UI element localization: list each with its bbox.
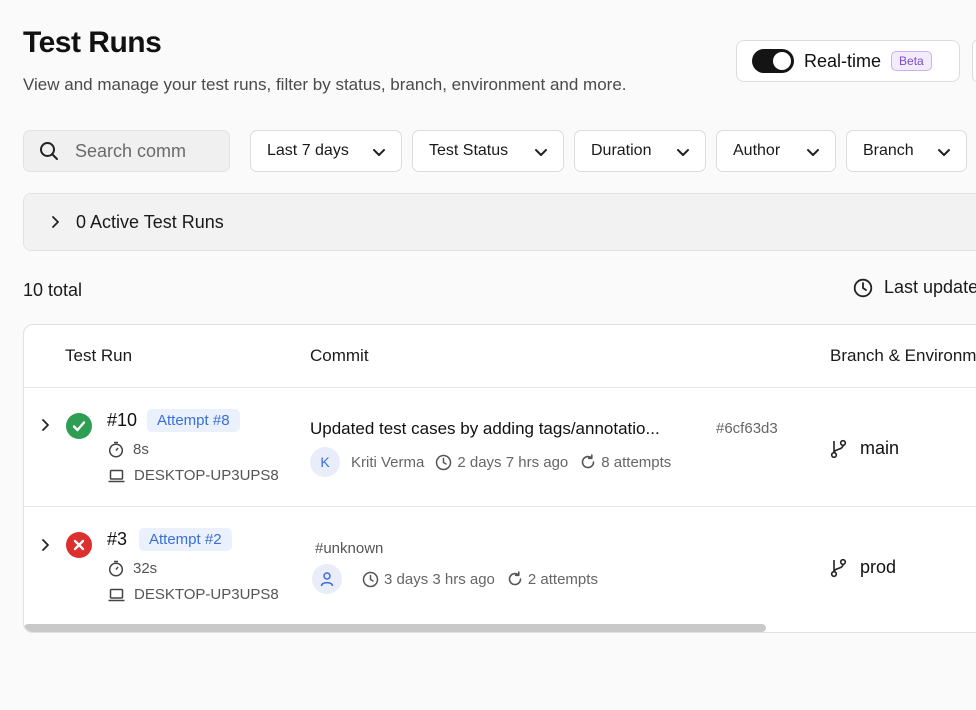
beta-badge: Beta (891, 51, 932, 71)
table-header: Test Run Commit Branch & Environment (24, 325, 976, 388)
branch-name: main (860, 438, 900, 458)
duration-dropdown[interactable]: Duration (574, 130, 706, 172)
run-duration: 32s (133, 560, 158, 577)
stopwatch-icon (108, 560, 124, 577)
retry-icon (508, 571, 522, 586)
toggle-knob (773, 52, 791, 70)
chevron-right-icon[interactable] (38, 538, 52, 552)
laptop-icon (108, 469, 125, 482)
branch-dropdown[interactable]: Branch (846, 130, 967, 172)
machine-name: DESKTOP-UP3UPS8 (134, 586, 279, 603)
duration-label: Duration (591, 142, 652, 159)
table-row[interactable]: #3 Attempt #2 32s DESKTOP-UP3UPS8 #unkno… (24, 508, 976, 626)
status-passed-icon (66, 413, 92, 439)
branch-cell: main (830, 438, 899, 459)
stopwatch-icon (108, 441, 124, 458)
realtime-label: Real-time (804, 50, 882, 71)
table-row[interactable]: #10 Attempt #8 8s DESKTOP-UP3UPS8 Update… (24, 389, 976, 507)
author-dropdown[interactable]: Author (716, 130, 836, 172)
attempt-badge: Attempt #8 (147, 409, 240, 432)
clock-icon (436, 454, 452, 470)
machine-name: DESKTOP-UP3UPS8 (134, 467, 279, 484)
clock-icon (853, 278, 873, 297)
laptop-icon (108, 588, 125, 601)
commit-title[interactable]: #unknown (315, 540, 383, 557)
branch-name: prod (860, 557, 897, 577)
page-title: Test Runs (23, 26, 162, 59)
horizontal-scrollbar[interactable] (24, 624, 766, 632)
user-icon (312, 564, 342, 594)
chevron-down-icon (677, 149, 689, 156)
commit-time: 3 days 3 hrs ago (362, 571, 495, 588)
filter-bar: Last 7 days Test Status Duration Author … (0, 130, 976, 172)
chevron-right-icon (52, 216, 59, 228)
duration-line: 32s (108, 560, 157, 577)
attempts-count: 8 attempts (580, 454, 671, 471)
search-icon (40, 142, 58, 160)
git-branch-icon (830, 558, 847, 577)
git-branch-icon (830, 439, 847, 458)
author-label: Author (733, 142, 781, 159)
attempt-badge: Attempt #2 (139, 528, 232, 551)
run-id[interactable]: #3 (107, 529, 127, 550)
page-subtitle: View and manage your test runs, filter b… (23, 75, 627, 94)
commit-meta: 3 days 3 hrs ago 2 attempts (312, 564, 598, 594)
retry-icon (581, 454, 595, 469)
test-status-label: Test Status (429, 142, 509, 159)
chevron-down-icon (373, 149, 385, 156)
last-updated: Last updated (853, 277, 976, 298)
commit-title[interactable]: Updated test cases by adding tags/annota… (310, 419, 660, 439)
column-test-run[interactable]: Test Run (65, 346, 132, 366)
machine-line: DESKTOP-UP3UPS8 (108, 467, 279, 484)
duration-line: 8s (108, 441, 149, 458)
test-runs-table: Test Run Commit Branch & Environment #10… (23, 324, 976, 633)
branch-cell: prod (830, 557, 896, 578)
run-id[interactable]: #10 (107, 410, 137, 431)
avatar: K (310, 447, 340, 477)
commit-hash[interactable]: #6cf63d3 (716, 420, 778, 437)
chevron-right-icon[interactable] (38, 418, 52, 432)
column-commit[interactable]: Commit (310, 346, 369, 366)
chevron-down-icon (535, 149, 547, 156)
commit-time: 2 days 7 hrs ago (435, 454, 568, 471)
last-updated-label: Last updated (884, 277, 976, 297)
realtime-toggle-card[interactable]: Real-time Beta (736, 40, 960, 82)
date-range-label: Last 7 days (267, 142, 349, 159)
test-runs-page: Test Runs View and manage your test runs… (0, 0, 976, 710)
commit-meta: K Kriti Verma 2 days 7 hrs ago 8 attempt… (310, 447, 671, 477)
active-runs-bar[interactable]: 0 Active Test Runs (23, 193, 976, 251)
column-branch-environment[interactable]: Branch & Environment (830, 346, 976, 366)
clock-icon (362, 571, 379, 587)
machine-line: DESKTOP-UP3UPS8 (108, 586, 279, 603)
run-duration: 8s (133, 441, 149, 458)
chevron-down-icon (938, 149, 950, 156)
active-runs-label: 0 Active Test Runs (76, 211, 224, 232)
date-range-dropdown[interactable]: Last 7 days (250, 130, 402, 172)
realtime-toggle[interactable] (752, 49, 794, 73)
test-status-dropdown[interactable]: Test Status (412, 130, 564, 172)
attempts-count: 2 attempts (507, 571, 598, 588)
branch-label: Branch (863, 142, 914, 159)
total-count: 10 total (23, 280, 83, 300)
status-failed-icon (66, 532, 92, 558)
search-input[interactable] (75, 140, 185, 162)
author-name: Kriti Verma (351, 453, 425, 471)
search-box[interactable] (23, 130, 230, 172)
overflow-button-edge[interactable] (972, 40, 976, 82)
chevron-down-icon (807, 149, 819, 156)
